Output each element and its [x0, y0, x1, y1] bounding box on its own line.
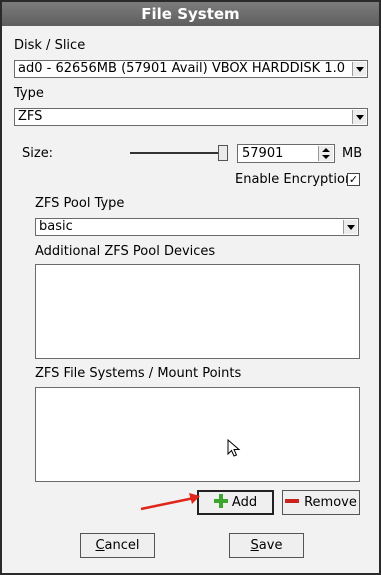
disk-slice-label: Disk / Slice: [14, 38, 86, 53]
add-button-label: Add: [231, 495, 258, 510]
file-system-dialog: File System Disk / Slice ad0 - 62656MB (…: [0, 0, 381, 575]
zfs-pool-type-value: basic: [39, 219, 73, 234]
size-slider-track[interactable]: [130, 152, 228, 154]
size-stepper[interactable]: [318, 146, 333, 161]
mount-points-list[interactable]: [35, 387, 360, 482]
add-button[interactable]: Add: [197, 490, 274, 515]
plus-icon: [213, 494, 228, 508]
chevron-down-icon[interactable]: [352, 110, 366, 124]
disk-slice-select[interactable]: ad0 - 62656MB (57901 Avail) VBOX HARDDIS…: [14, 60, 368, 78]
type-value: ZFS: [18, 109, 43, 124]
disk-slice-value: ad0 - 62656MB (57901 Avail) VBOX HARDDIS…: [18, 61, 346, 76]
chevron-down-icon[interactable]: [352, 62, 366, 76]
size-slider-handle[interactable]: [218, 145, 228, 161]
pool-devices-list[interactable]: [35, 264, 360, 359]
size-unit: MB: [342, 146, 363, 161]
remove-button-label: Remove: [304, 495, 357, 510]
size-value: 57901: [242, 146, 284, 161]
mount-points-label: ZFS File Systems / Mount Points: [35, 366, 242, 381]
stepper-up-icon[interactable]: [322, 148, 330, 152]
zfs-pool-type-select[interactable]: basic: [35, 218, 359, 236]
type-label: Type: [14, 86, 44, 101]
mouse-pointer-icon: [227, 439, 241, 457]
size-spinbox[interactable]: 57901: [237, 144, 335, 163]
window-title: File System: [2, 2, 379, 26]
zfs-pool-type-label: ZFS Pool Type: [35, 196, 125, 211]
minus-icon: [285, 499, 300, 503]
type-select[interactable]: ZFS: [14, 108, 368, 126]
pool-devices-label: Additional ZFS Pool Devices: [35, 244, 216, 259]
stepper-down-icon[interactable]: [322, 155, 330, 159]
remove-button[interactable]: Remove: [282, 490, 360, 515]
cancel-mnemonic: C: [95, 538, 105, 553]
size-label: Size:: [22, 146, 54, 161]
save-mnemonic: S: [250, 538, 259, 553]
cancel-button-label: ancel: [104, 538, 140, 553]
cancel-button[interactable]: Cancel: [80, 533, 155, 558]
save-button[interactable]: Save: [229, 533, 304, 558]
encryption-label: Enable Encryption: [235, 172, 354, 187]
chevron-down-icon[interactable]: [343, 220, 357, 234]
annotation-arrow-icon: [140, 493, 200, 511]
encryption-checkbox[interactable]: ✓: [347, 173, 360, 186]
save-button-label: ave: [258, 538, 283, 553]
